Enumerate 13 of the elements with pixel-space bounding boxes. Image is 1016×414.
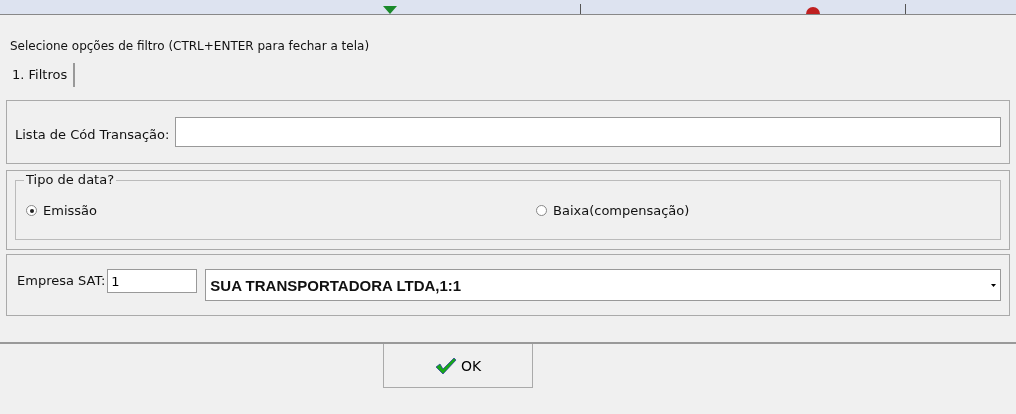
checkmark-icon [434,356,457,375]
input-field[interactable]: 1 [107,269,198,293]
dropdown[interactable]: SUA TRANSPORTADORA LTDA,1:1 [205,269,1001,301]
instruction-text: Selecione opções de filtro (CTRL+ENTER para fechar a tela) [9,38,371,55]
input-field[interactable] [175,117,1001,147]
field-label: Lista de Cód Transação: [15,126,170,142]
group-title: Tipo de data? [24,172,117,187]
dropdown-value: SUA TRANSPORTADORA LTDA,1:1 [209,276,462,294]
radio-option[interactable]: Baixa(compensação) [536,203,1000,218]
ok-button[interactable]: OK [383,344,533,388]
radio-option[interactable]: Emissão [26,203,536,218]
field-label: Empresa SAT: [17,273,106,288]
arrow-down-icon [383,6,397,14]
